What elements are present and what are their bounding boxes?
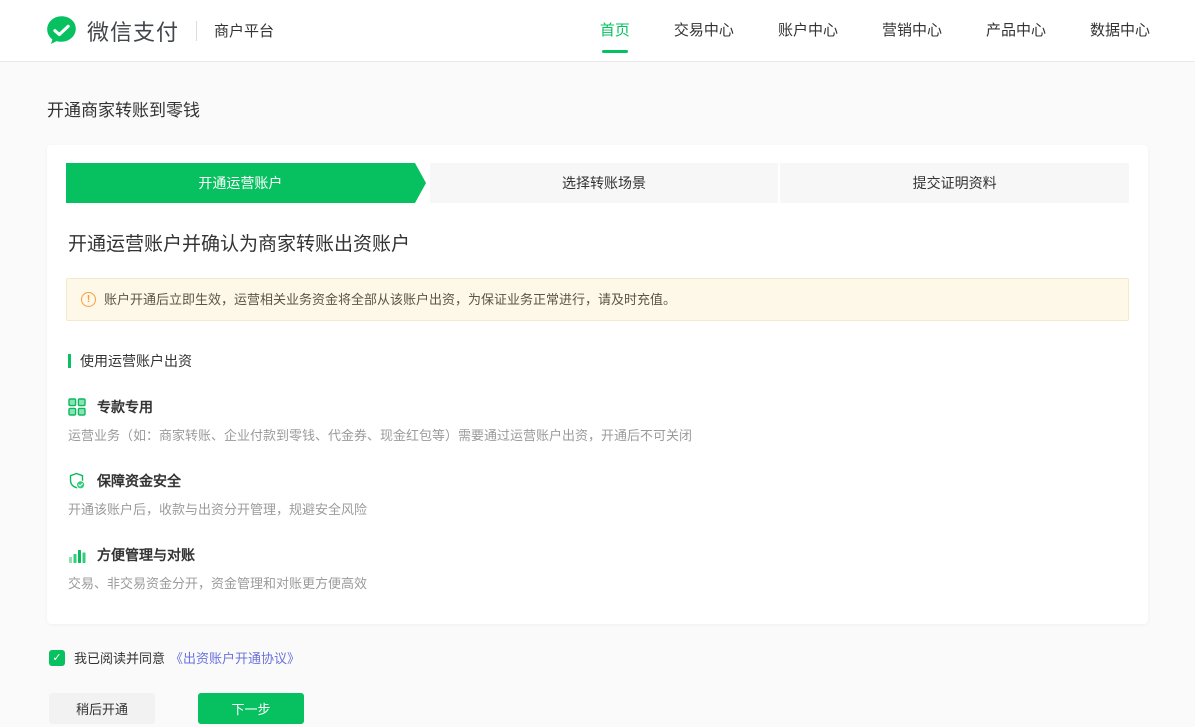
sub-section-label: 使用运营账户出资 bbox=[80, 351, 192, 371]
nav-item-home[interactable]: 首页 bbox=[600, 0, 630, 62]
feature-fund-safety: 保障资金安全 开通该账户后，收款与出资分开管理，规避安全风险 bbox=[68, 471, 1129, 518]
warning-notice: ! 账户开通后立即生效，运营相关业务资金将全部从该账户出资，为保证业务正常进行，… bbox=[66, 278, 1129, 321]
header-divider bbox=[196, 21, 197, 41]
nav-item-marketing-center[interactable]: 营销中心 bbox=[882, 0, 942, 62]
feature-desc: 交易、非交易资金分开，资金管理和对账更方便高效 bbox=[68, 575, 1129, 592]
section-heading: 开通运营账户并确认为商家转账出资账户 bbox=[68, 229, 1129, 256]
nav-item-product-center[interactable]: 产品中心 bbox=[986, 0, 1046, 62]
feature-desc: 开通该账户后，收款与出资分开管理，规避安全风险 bbox=[68, 501, 1129, 518]
feature-title: 专款专用 bbox=[97, 397, 153, 417]
main-content: 开通商家转账到零钱 开通运营账户 选择转账场景 提交证明资料 开通运营账户并确认… bbox=[0, 96, 1195, 724]
feature-desc: 运营业务（如：商家转账、企业付款到零钱、代金券、现金红包等）需要通过运营账户出资… bbox=[68, 427, 1129, 444]
green-bar-marker bbox=[68, 354, 71, 368]
sub-section-title: 使用运营账户出资 bbox=[68, 351, 1129, 371]
step-select-transfer-scene: 选择转账场景 bbox=[430, 163, 779, 203]
agreement-checkbox[interactable]: ✓ bbox=[49, 650, 65, 666]
step-indicator: 开通运营账户 选择转账场景 提交证明资料 bbox=[66, 163, 1129, 203]
wechat-pay-logo[interactable]: 微信支付 bbox=[45, 14, 179, 47]
open-later-button[interactable]: 稍后开通 bbox=[49, 693, 155, 724]
warning-icon: ! bbox=[81, 292, 96, 307]
agreement-row: ✓ 我已阅读并同意 《出资账户开通协议》 bbox=[49, 648, 1148, 667]
brand-name: 微信支付 bbox=[87, 15, 179, 47]
setup-card: 开通运营账户 选择转账场景 提交证明资料 开通运营账户并确认为商家转账出资账户 … bbox=[47, 145, 1148, 624]
step-open-operating-account: 开通运营账户 bbox=[66, 163, 415, 203]
agreement-link[interactable]: 《出资账户开通协议》 bbox=[170, 648, 300, 667]
grid-icon bbox=[68, 398, 86, 416]
feature-dedicated-funds: 专款专用 运营业务（如：商家转账、企业付款到零钱、代金券、现金红包等）需要通过运… bbox=[68, 397, 1129, 444]
warning-text: 账户开通后立即生效，运营相关业务资金将全部从该账户出资，为保证业务正常进行，请及… bbox=[104, 291, 676, 308]
nav-item-account-center[interactable]: 账户中心 bbox=[778, 0, 838, 62]
wechat-bubble-check-icon bbox=[45, 14, 78, 47]
action-buttons: 稍后开通 下一步 bbox=[49, 693, 1148, 724]
step-submit-proof: 提交证明资料 bbox=[778, 163, 1129, 203]
feature-title: 保障资金安全 bbox=[97, 471, 181, 491]
main-nav: 首页 交易中心 账户中心 营销中心 产品中心 数据中心 bbox=[556, 0, 1150, 62]
feature-title: 方便管理与对账 bbox=[97, 545, 195, 565]
nav-item-data-center[interactable]: 数据中心 bbox=[1090, 0, 1150, 62]
page-title: 开通商家转账到零钱 bbox=[47, 96, 1148, 121]
top-header: 微信支付 商户平台 首页 交易中心 账户中心 营销中心 产品中心 数据中心 bbox=[0, 0, 1195, 62]
nav-item-transaction-center[interactable]: 交易中心 bbox=[674, 0, 734, 62]
feature-easy-reconciliation: 方便管理与对账 交易、非交易资金分开，资金管理和对账更方便高效 bbox=[68, 545, 1129, 592]
bar-chart-icon bbox=[68, 546, 86, 564]
portal-name: 商户平台 bbox=[214, 20, 274, 41]
agreement-text: 我已阅读并同意 bbox=[74, 648, 165, 667]
shield-check-icon bbox=[68, 472, 86, 490]
next-step-button[interactable]: 下一步 bbox=[198, 693, 304, 724]
